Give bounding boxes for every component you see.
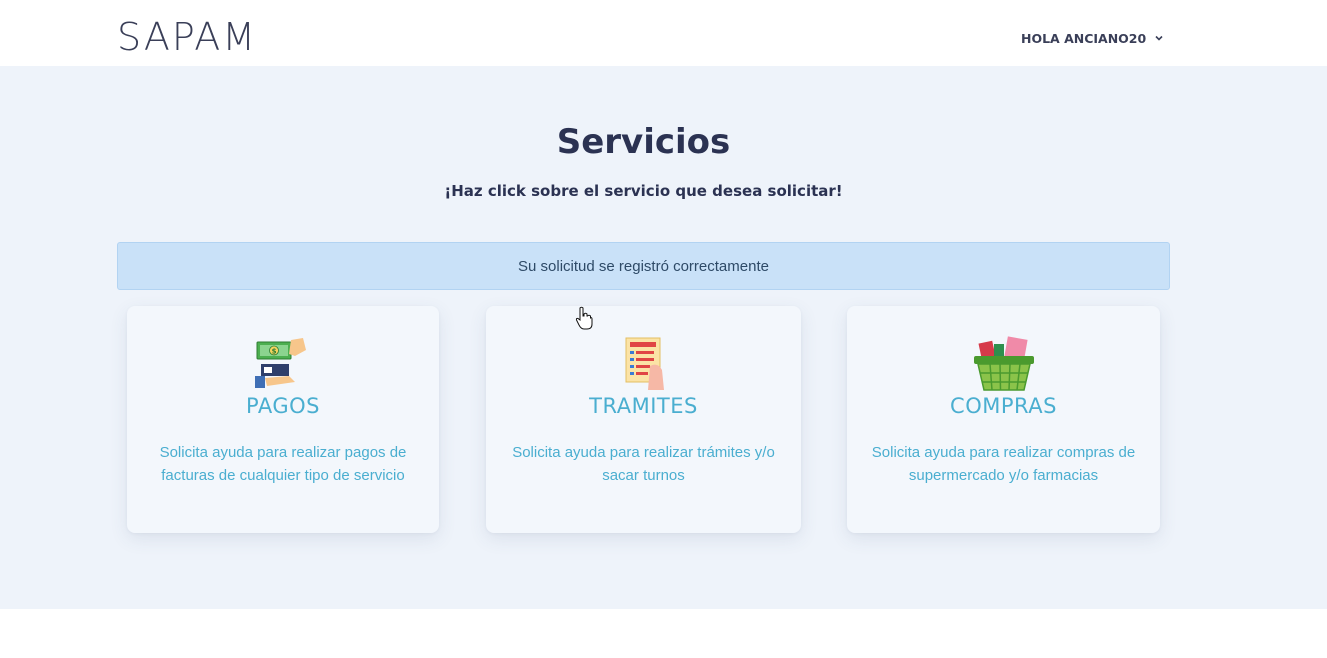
service-title: COMPRAS xyxy=(950,394,1057,418)
service-description: Solicita ayuda para realizar pagos de fa… xyxy=(159,444,407,484)
chevron-down-icon xyxy=(1155,35,1163,41)
service-card-compras[interactable]: COMPRAS Solicita ayuda para realizar com… xyxy=(847,306,1160,533)
service-card-pagos[interactable]: $ PAGOS Solicita ayuda para realizar pag… xyxy=(127,306,439,533)
service-card-tramites[interactable]: TRAMITES Solicita ayuda para realizar tr… xyxy=(486,306,801,533)
services-section: Servicios ¡Haz click sobre el servicio q… xyxy=(0,66,1327,609)
service-description: Solicita ayuda para realizar compras de … xyxy=(871,444,1136,484)
user-menu-dropdown[interactable]: HOLA ANCIANO20 xyxy=(1021,29,1164,47)
service-title: TRAMITES xyxy=(589,394,698,418)
brand-logo[interactable]: SAPAM xyxy=(117,14,257,60)
alert-message: Su solicitud se registró correctamente xyxy=(518,257,769,275)
service-description: Solicita ayuda para realizar trámites y/… xyxy=(512,444,775,484)
success-alert: Su solicitud se registró correctamente xyxy=(117,242,1170,290)
service-title: PAGOS xyxy=(246,394,320,418)
payment-hand-money-icon: $ xyxy=(255,338,306,388)
hand-pointer-cursor-icon xyxy=(575,306,593,330)
top-navbar: SAPAM HOLA ANCIANO20 xyxy=(0,0,1327,66)
page-subtitle: ¡Haz click sobre el servicio que desea s… xyxy=(444,182,843,200)
user-greeting: HOLA ANCIANO20 xyxy=(1021,30,1147,46)
svg-text:$: $ xyxy=(272,348,277,356)
checklist-document-icon xyxy=(625,337,664,390)
page-title: Servicios xyxy=(556,122,731,162)
shopping-basket-icon xyxy=(973,336,1034,391)
